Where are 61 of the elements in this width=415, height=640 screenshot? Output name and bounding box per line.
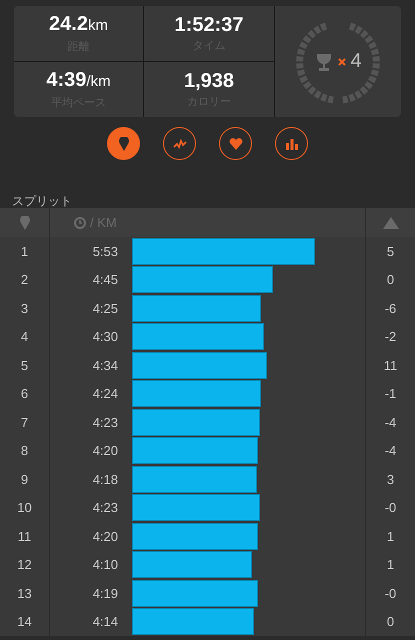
km-number: 7 <box>20 414 28 430</box>
view-tab[interactable] <box>275 127 308 160</box>
km-number: 8 <box>20 443 28 458</box>
bar-chart-icon <box>286 138 298 150</box>
split-pace: 4:20 <box>92 528 119 544</box>
km-number: 13 <box>17 586 32 601</box>
elevation-change: 3 <box>386 472 394 487</box>
section-title: スプリット <box>12 194 72 208</box>
split-pace: 4:30 <box>92 329 119 344</box>
stat-value: 1:52:37 <box>174 14 244 36</box>
stat-value: 24.2km <box>49 13 108 37</box>
elevation-change: 11 <box>384 358 398 373</box>
location-pin-icon <box>118 136 130 150</box>
split-pace: 4:20 <box>92 443 119 458</box>
view-tab[interactable] <box>107 127 140 160</box>
triangle-icon <box>382 216 398 228</box>
split-pace: 4:34 <box>92 358 119 373</box>
elevation-change: 0 <box>386 272 394 288</box>
elevation-change: -1 <box>384 386 396 402</box>
split-pace: 4:14 <box>92 614 119 630</box>
split-pace: 4:45 <box>92 272 119 288</box>
trophy-count: 4 <box>350 50 362 73</box>
stat-value: 1,938 <box>184 70 234 92</box>
km-number: 6 <box>20 386 28 402</box>
pulse-icon <box>172 138 186 150</box>
heart-icon <box>228 138 242 150</box>
km-number: 5 <box>20 358 28 373</box>
km-number: 10 <box>17 500 32 516</box>
km-number: 1 <box>20 244 28 259</box>
split-pace: 4:23 <box>92 414 119 430</box>
elevation-change: -2 <box>384 329 396 344</box>
elevation-change: -4 <box>384 443 396 458</box>
view-tab[interactable] <box>163 127 196 160</box>
split-pace: 4:18 <box>92 472 119 487</box>
elevation-change: 0 <box>386 614 394 630</box>
multiply-icon <box>338 58 346 66</box>
elevation-change: -0 <box>384 586 396 601</box>
km-number: 11 <box>18 528 32 544</box>
elevation-change: -6 <box>384 300 396 316</box>
split-pace: 4:23 <box>92 500 119 516</box>
view-tab[interactable] <box>219 127 252 160</box>
elevation-change: -4 <box>384 414 396 430</box>
elevation-change: 1 <box>386 528 394 544</box>
location-pin-icon <box>18 216 30 230</box>
km-number: 3 <box>20 300 28 316</box>
stat-value: 4:39/km <box>46 69 111 93</box>
elevation-change: 5 <box>386 244 394 259</box>
split-pace: 4:25 <box>92 300 119 316</box>
split-pace: 4:10 <box>92 557 119 572</box>
km-number: 14 <box>17 614 32 630</box>
elevation-change: 1 <box>386 557 394 572</box>
elevation-change: -0 <box>384 500 396 516</box>
km-number: 9 <box>20 472 28 487</box>
split-pace: 4:24 <box>92 386 119 402</box>
km-number: 12 <box>17 557 32 572</box>
split-pace: 5:53 <box>92 244 119 259</box>
km-number: 2 <box>20 272 28 288</box>
clock-icon <box>74 216 86 228</box>
km-number: 4 <box>20 329 28 344</box>
laurel-wreath-icon <box>296 20 380 104</box>
split-pace: 4:19 <box>92 586 119 601</box>
